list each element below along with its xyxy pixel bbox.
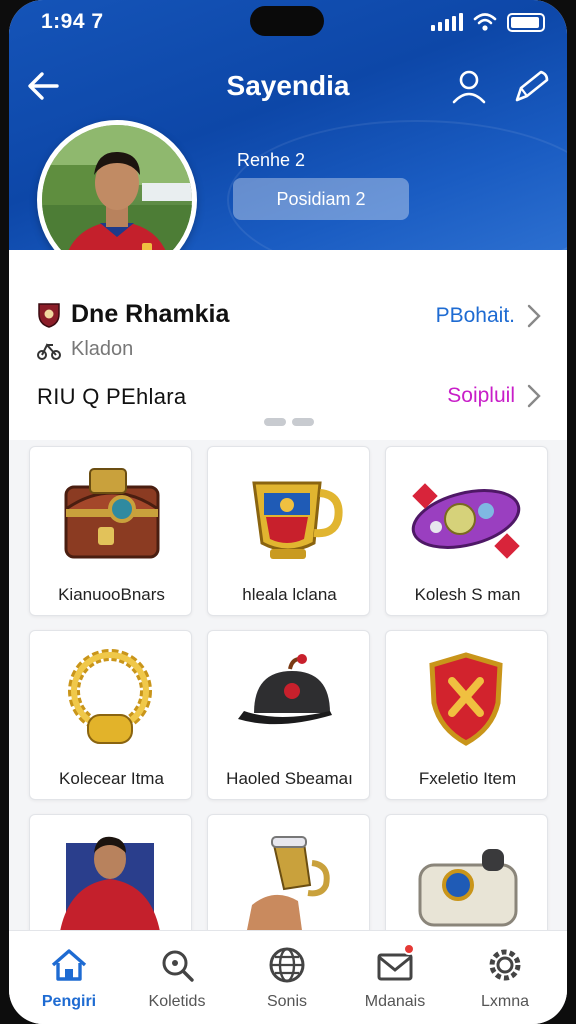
- trophy-cup-icon: [252, 481, 343, 559]
- sub-info-row: Kladon: [37, 338, 133, 361]
- gold-wreath-icon: [68, 649, 152, 744]
- tab-label: Lxmna: [480, 993, 530, 1010]
- item-label: Fxeletio Item: [418, 769, 517, 788]
- tab-label: Pengiri: [41, 993, 97, 1010]
- status-icons: [431, 12, 545, 32]
- treasure-chest-icon: [64, 468, 160, 559]
- stat-line: RIU Q PEhlara: [37, 384, 187, 409]
- item-card[interactable]: Haoled Sbeamaı: [207, 630, 370, 800]
- item-card[interactable]: Kolesh S man: [385, 446, 548, 616]
- status-bar: 1:94 7: [9, 0, 567, 44]
- player-info-panel: Dne Rhamkia Kladon PBohait. RIU Q PEhlar…: [9, 250, 567, 440]
- item-card[interactable]: KianuooBnars: [29, 446, 192, 616]
- home-icon: [51, 949, 87, 981]
- page-dot: [292, 418, 314, 426]
- pen-icon: [515, 70, 549, 102]
- page-dot: [264, 418, 286, 426]
- globe-icon: [269, 947, 305, 983]
- wifi-icon: [473, 13, 497, 31]
- signal-icon: [431, 13, 463, 31]
- header-sub-label: Renhe 2: [237, 150, 306, 170]
- tab-mail[interactable]: Mdanais: [345, 943, 445, 1013]
- phone-frame: 1:94 7 Sayendia Renhe 2 Posidiam 2 Dne R…: [0, 0, 576, 1024]
- tab-home[interactable]: Pengiri: [19, 943, 119, 1013]
- primary-link[interactable]: PBohait.: [436, 304, 541, 328]
- bike-icon: [37, 342, 61, 360]
- red-shield-icon: [429, 652, 503, 746]
- tab-label: Sonis: [266, 993, 308, 1010]
- primary-link-label: PBohait.: [435, 304, 515, 327]
- medal-box-icon: [418, 849, 518, 927]
- top-nav: Sayendia: [9, 62, 567, 112]
- club-crest-icon: [38, 302, 60, 328]
- notification-badge: [403, 943, 415, 955]
- position-pill[interactable]: Posidiam 2: [233, 178, 409, 220]
- secondary-link[interactable]: Soipluil: [447, 384, 541, 408]
- user-icon: [452, 70, 486, 104]
- chevron-right-icon: [527, 304, 541, 328]
- page-indicator[interactable]: [264, 418, 314, 426]
- sub-info-text: Kladon: [71, 338, 134, 360]
- item-card[interactable]: Fxeletio Item: [385, 630, 548, 800]
- item-card[interactable]: hleala lclana: [207, 446, 370, 616]
- chevron-right-icon: [527, 384, 541, 408]
- edit-button[interactable]: [509, 66, 553, 106]
- player-card-icon: [58, 836, 162, 945]
- app-screen: 1:94 7 Sayendia Renhe 2 Posidiam 2 Dne R…: [9, 0, 567, 1024]
- profile-button[interactable]: [449, 66, 489, 106]
- tab-settings[interactable]: Lxmna: [455, 943, 555, 1013]
- item-label: KianuooBnars: [58, 585, 165, 604]
- secondary-link-label: Soipluil: [447, 384, 515, 407]
- battery-icon: [507, 12, 545, 32]
- search-icon: [162, 950, 194, 982]
- bottom-nav: Pengiri Koletids Sonis Mdanais Lxmna: [9, 930, 567, 1024]
- tab-globe[interactable]: Sonis: [237, 943, 337, 1013]
- item-label: Kolesh S man: [414, 585, 521, 604]
- item-label: Haoled Sbeamaı: [226, 769, 353, 788]
- gem-ring-icon: [411, 483, 521, 559]
- status-time: 1:94 7: [41, 10, 104, 33]
- golden-horn-icon: [244, 836, 330, 945]
- club-row: Dne Rhamkia: [37, 300, 229, 329]
- tab-search[interactable]: Koletids: [127, 943, 227, 1013]
- settings-icon: [489, 949, 521, 981]
- club-name: Dne Rhamkia: [71, 300, 230, 328]
- item-label: hleala lclana: [242, 585, 337, 604]
- camera-notch: [250, 6, 324, 36]
- black-cap-icon: [238, 654, 332, 725]
- item-label: Kolecear Itma: [59, 769, 164, 788]
- tab-label: Koletids: [148, 993, 206, 1010]
- tab-label: Mdanais: [364, 993, 426, 1010]
- item-card[interactable]: Kolecear Itma: [29, 630, 192, 800]
